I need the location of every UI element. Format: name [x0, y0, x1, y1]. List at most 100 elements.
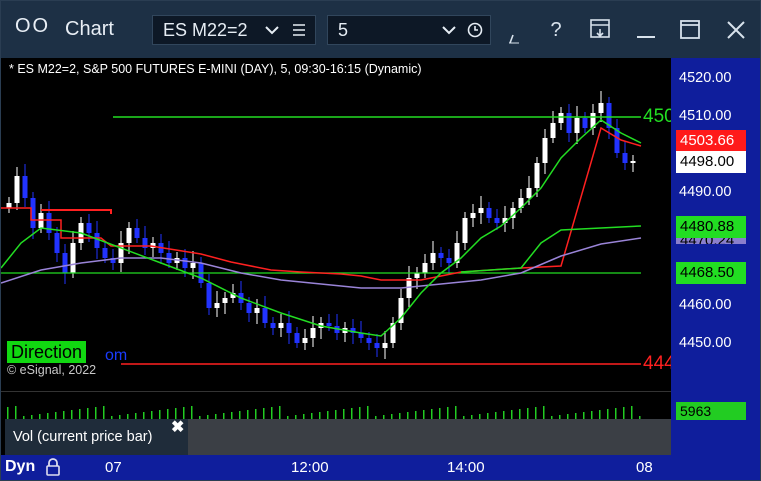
candle-body — [486, 208, 492, 218]
volume-bar — [103, 406, 105, 420]
candle-body — [54, 233, 60, 253]
candle-body — [430, 253, 436, 263]
help-icon[interactable]: ? — [539, 13, 573, 47]
minimize-icon[interactable] — [635, 19, 657, 41]
volume-label-box: Vol (current price bar) ✖ — [5, 419, 188, 455]
candle-body — [478, 208, 484, 213]
ma-green-slow-line — [460, 225, 642, 273]
x-tick: 12:00 — [291, 459, 329, 476]
candle-body — [14, 176, 20, 203]
symbol-combo[interactable]: ES M22=2 — [152, 15, 316, 45]
symbol-value: ES M22=2 — [163, 20, 248, 40]
x-tick: 14:00 — [447, 459, 485, 476]
y-tick: 4510.00 — [679, 108, 732, 124]
chart-window: OO Chart ES M22=2 5 ? * ES M22=2, S&P 50… — [0, 0, 761, 481]
price-chart-area[interactable] — [1, 58, 671, 391]
candle-body — [302, 338, 308, 343]
x-tick: 08 — [636, 459, 653, 476]
volume-bar — [279, 406, 281, 420]
dyn-label[interactable]: Dyn — [5, 458, 35, 476]
candle-body — [86, 223, 92, 233]
price-tag-last: 4498.00 — [676, 151, 746, 173]
candle-body — [566, 113, 572, 133]
x-tick: 07 — [105, 459, 122, 476]
clock-icon[interactable] — [467, 22, 483, 38]
candle-body — [214, 303, 220, 308]
candle-body — [494, 218, 500, 223]
copyright: © eSignal, 2022 — [7, 363, 97, 377]
price-tag-level: 4468.50 — [676, 262, 746, 284]
candle-body — [246, 303, 252, 313]
chevron-down-icon[interactable] — [442, 24, 456, 36]
interval-value: 5 — [338, 20, 349, 40]
candle-body — [166, 253, 172, 263]
candle-body — [526, 188, 532, 198]
price-tag-ma-red: 4503.66 — [676, 130, 746, 152]
candle-body — [550, 123, 556, 138]
candle-body — [182, 258, 188, 268]
chart-subtitle: * ES M22=2, S&P 500 FUTURES E-MINI (DAY)… — [9, 62, 422, 76]
candle-body — [542, 138, 548, 163]
price-chart[interactable] — [1, 58, 671, 391]
candle-body — [126, 228, 132, 243]
volume-bar — [367, 406, 369, 420]
lock-icon[interactable] — [44, 457, 62, 477]
volume-bar — [631, 406, 633, 420]
candle-body — [422, 263, 428, 273]
candle-body — [446, 258, 452, 263]
candle-body — [438, 253, 444, 258]
candle-body — [206, 283, 212, 308]
volume-bars — [7, 406, 641, 420]
chart-link-icon[interactable]: OO — [15, 15, 50, 38]
close-icon[interactable]: ✖ — [171, 417, 184, 437]
candle-body — [630, 161, 636, 163]
close-icon[interactable] — [725, 19, 747, 41]
green-line-label: 450 — [643, 106, 671, 127]
title-bar: OO Chart ES M22=2 5 ? — [1, 1, 760, 58]
candle-body — [46, 213, 52, 233]
y-tick: 4490.00 — [679, 184, 732, 200]
candle-body — [574, 118, 580, 133]
candle-body — [598, 103, 604, 113]
y-tick: 4520.00 — [679, 70, 732, 86]
chevron-down-icon[interactable] — [265, 24, 279, 36]
volume-bar — [543, 406, 545, 420]
volume-axis — [671, 391, 760, 455]
volume-bar — [15, 406, 17, 420]
interval-combo[interactable]: 5 — [327, 15, 491, 45]
candle-body — [102, 248, 108, 258]
candle-body — [310, 328, 316, 338]
candle-body — [326, 323, 332, 326]
save-icon[interactable] — [589, 18, 611, 40]
candle-body — [462, 218, 468, 243]
volume-bar — [455, 406, 457, 420]
candle-body — [262, 308, 268, 323]
candle-body — [134, 228, 140, 238]
pen-icon[interactable] — [507, 29, 523, 45]
window-title: Chart — [65, 18, 114, 40]
candle-body — [622, 153, 628, 163]
candle-body — [414, 273, 420, 278]
maximize-icon[interactable] — [679, 19, 701, 41]
candle-body — [70, 243, 76, 273]
volume-panel-body — [188, 419, 671, 455]
red-line-label: 444 — [643, 353, 671, 374]
y-tick: 4450.00 — [679, 335, 732, 351]
candle-body — [22, 176, 28, 198]
candle-body — [582, 118, 588, 128]
candle-body — [270, 323, 276, 328]
candle-body — [382, 343, 388, 348]
volume-value-tag: 5963 — [676, 402, 746, 420]
candle-body — [534, 163, 540, 188]
candle-body — [254, 308, 260, 313]
volume-label: Vol (current price bar) — [13, 429, 153, 445]
candle-body — [374, 343, 380, 348]
candle-body — [62, 253, 68, 273]
volume-bar — [191, 406, 193, 420]
direction-label[interactable]: Direction — [7, 341, 87, 363]
list-icon[interactable] — [292, 23, 306, 37]
candle-body — [94, 233, 100, 248]
candle-body — [294, 333, 300, 343]
candle-body — [278, 323, 284, 328]
candle-body — [558, 113, 564, 123]
